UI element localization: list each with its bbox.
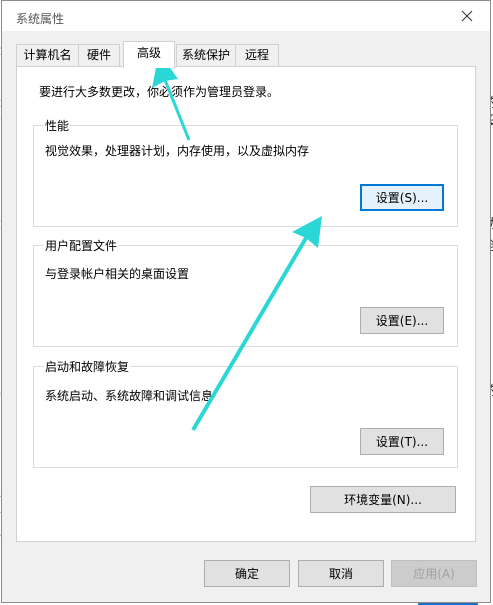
environment-variables-button[interactable]: 环境变量(N)... [310, 486, 456, 513]
apply-button[interactable]: 应用(A) [391, 560, 477, 587]
tab-system-protection[interactable]: 系统保护 [176, 44, 236, 66]
tab-advanced[interactable]: 高级 [123, 41, 175, 68]
user-profiles-settings-button[interactable]: 设置(E)... [360, 307, 444, 334]
startup-recovery-group-title: 启动和故障恢复 [44, 358, 131, 375]
performance-settings-button[interactable]: 设置(S)... [360, 184, 444, 211]
dialog-title: 系统属性 [16, 12, 65, 26]
tab-computer-name[interactable]: 计算机名 [16, 44, 79, 66]
admin-notice: 要进行大多数更改，你必须作为管理员登录。 [39, 85, 280, 99]
advanced-tab-panel: 要进行大多数更改，你必须作为管理员登录。 性能 视觉效果，处理器计划，内存使用，… [16, 66, 476, 542]
startup-recovery-settings-button[interactable]: 设置(T)... [360, 428, 444, 455]
tab-remote[interactable]: 远程 [235, 44, 279, 66]
cancel-button[interactable]: 取消 [298, 560, 384, 587]
user-profiles-description: 与登录帐户相关的桌面设置 [45, 267, 190, 281]
system-properties-dialog: 系统属性 计算机名 硬件 高级 系统保护 远程 要进行大多数更改，你必须作为管理… [1, 0, 491, 603]
ok-button[interactable]: 确定 [204, 560, 290, 587]
user-profiles-group: 用户配置文件 与登录帐户相关的桌面设置 设置(E)... [33, 237, 458, 347]
performance-description: 视觉效果，处理器计划，内存使用，以及虚拟内存 [45, 144, 310, 158]
tab-hardware[interactable]: 硬件 [78, 44, 120, 66]
startup-recovery-description: 系统启动、系统故障和调试信息 [45, 389, 214, 403]
close-button[interactable] [444, 1, 490, 31]
performance-group-title: 性能 [44, 117, 71, 134]
performance-group: 性能 视觉效果，处理器计划，内存使用，以及虚拟内存 设置(S)... [33, 117, 458, 227]
close-icon [461, 10, 473, 22]
user-profiles-group-title: 用户配置文件 [44, 237, 119, 254]
title-bar[interactable]: 系统属性 [2, 1, 490, 31]
startup-recovery-group: 启动和故障恢复 系统启动、系统故障和调试信息 设置(T)... [33, 358, 458, 468]
